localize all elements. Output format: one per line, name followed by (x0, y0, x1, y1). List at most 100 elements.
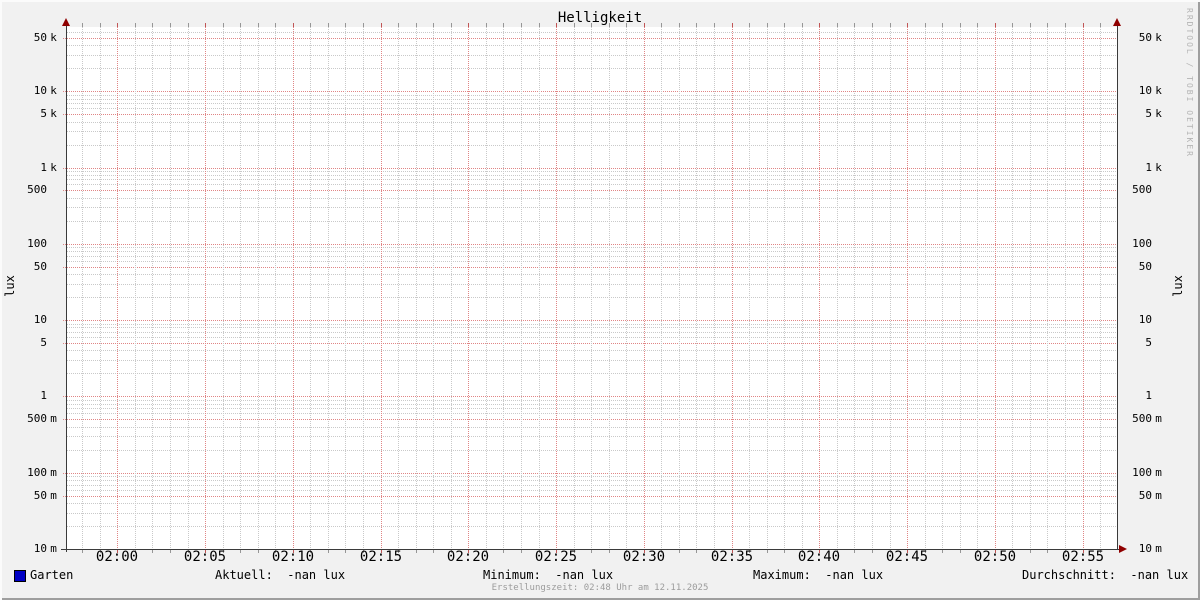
y-tick-suffix: m (1155, 542, 1162, 555)
gridline-v (556, 27, 557, 549)
y-axis-tick-label-left: 1k (0, 161, 60, 175)
gridline-v (240, 27, 241, 549)
y-tick-value: 500 (27, 183, 47, 196)
gridline-v (188, 27, 189, 549)
axis-tick-bottom (942, 550, 943, 553)
y-axis-tick-label-left: 50 k (0, 31, 60, 45)
y-tick-value: 50 (33, 31, 47, 44)
axis-tick-top (679, 23, 680, 27)
y-axis-tick-label-right: 1k (1132, 161, 1165, 175)
axis-tick-top (503, 23, 504, 27)
y-tick-suffix: m (1155, 466, 1162, 479)
gridline-h (63, 91, 1117, 92)
axis-tick-bottom (152, 550, 153, 553)
x-axis-arrow-icon (1119, 545, 1127, 553)
y-axis-tick-label-right: 10 m (1132, 542, 1165, 556)
gridline-h (63, 343, 1117, 344)
gridline-h (63, 267, 1117, 268)
gridline-v (925, 27, 926, 549)
gridline-h (63, 114, 1117, 115)
y-tick-suffix: k (50, 107, 57, 120)
y-tick-suffix: k (1155, 31, 1162, 44)
gridline-v (661, 27, 662, 549)
gridline-v (486, 27, 487, 549)
axis-tick-top (907, 23, 908, 27)
axis-tick-top (223, 23, 224, 27)
axis-tick-top (1012, 23, 1013, 27)
axis-tick-top (942, 23, 943, 27)
gridline-h (63, 396, 1117, 397)
gridline-v (767, 27, 768, 549)
gridline-v (310, 27, 311, 549)
y-axis-tick-label-left: 10 (0, 313, 60, 327)
rrdtool-watermark: RRDTOOL / TOBI OETIKER (1185, 8, 1194, 158)
y-axis-tick-label-right: 100 m (1132, 466, 1165, 480)
y-tick-suffix: k (1155, 107, 1162, 120)
y-axis-tick-label-left: 500 m (0, 412, 60, 426)
y-axis-tick-label-left: 5k (0, 107, 60, 121)
axis-tick-top (363, 23, 364, 27)
y-axis-tick-label-left: 5 (0, 336, 60, 350)
axis-tick-top (1030, 23, 1031, 27)
axis-tick-top (574, 23, 575, 27)
y-tick-value: 100 (1132, 237, 1152, 250)
y-tick-value: 1 (1145, 389, 1152, 402)
legend-stat-durchschnitt: Durchschnitt: -nan lux (1022, 568, 1189, 582)
x-axis-tick-label: 02:05 (183, 549, 227, 565)
axis-tick-top (152, 23, 153, 27)
y-tick-value: 10 (1138, 84, 1152, 97)
gridline-v (574, 27, 575, 549)
y-tick-suffix: k (50, 161, 57, 174)
gridline-v (837, 27, 838, 549)
gridline-v (802, 27, 803, 549)
x-axis-tick-label: 02:20 (446, 549, 490, 565)
axis-tick-top (784, 23, 785, 27)
y-tick-value: 50 (1138, 260, 1152, 273)
y-axis-left (66, 20, 67, 552)
axis-tick-top (258, 23, 259, 27)
gridline-v (135, 27, 136, 549)
axis-tick-top (82, 23, 83, 27)
gridline-h (63, 190, 1117, 191)
gridline-v (521, 27, 522, 549)
legend-stat-maximum: Maximum: -nan lux (753, 568, 884, 582)
axis-tick-top (433, 23, 434, 27)
axis-tick-top (854, 23, 855, 27)
generation-timestamp: Erstellungszeit: 02:48 Uhr am 12.11.2025 (491, 583, 709, 593)
y-axis-tick-label-right: 50 (1132, 260, 1165, 274)
gridline-v (503, 27, 504, 549)
axis-tick-bottom (767, 550, 768, 553)
axis-tick-top (732, 23, 733, 27)
x-axis-tick-label: 02:00 (95, 549, 139, 565)
gridline-v (872, 27, 873, 549)
gridline-v (784, 27, 785, 549)
gridline-v (345, 27, 346, 549)
axis-tick-top (240, 23, 241, 27)
axis-tick-top (1065, 23, 1066, 27)
gridline-v (451, 27, 452, 549)
x-axis-tick-label: 02:50 (973, 549, 1017, 565)
axis-tick-top (205, 23, 206, 27)
y-tick-value: 500 (1132, 412, 1152, 425)
y-tick-value: 1 (1145, 161, 1152, 174)
gridline-v (117, 27, 118, 549)
axis-tick-top (310, 23, 311, 27)
gridline-v (468, 27, 469, 549)
x-axis-tick-label: 02:15 (359, 549, 403, 565)
x-axis (61, 549, 1120, 550)
gridline-v (82, 27, 83, 549)
gridline-v (398, 27, 399, 549)
axis-tick-top (1047, 23, 1048, 27)
rrdtool-graph: Helligkeit 50 k 50 k 10 k 10 k 5 k 5 k 1 k 1 k 500 500 100… (0, 0, 1200, 600)
axis-tick-bottom (854, 550, 855, 553)
axis-tick-top (977, 23, 978, 27)
axis-tick-top (468, 23, 469, 27)
axis-tick-top (170, 23, 171, 27)
y-tick-value: 50 (1138, 489, 1152, 502)
axis-tick-bottom (503, 550, 504, 553)
y-tick-suffix: m (50, 466, 57, 479)
gridline-v (363, 27, 364, 549)
axis-tick-top (416, 23, 417, 27)
axis-tick-top (890, 23, 891, 27)
axis-tick-bottom (1030, 550, 1031, 553)
